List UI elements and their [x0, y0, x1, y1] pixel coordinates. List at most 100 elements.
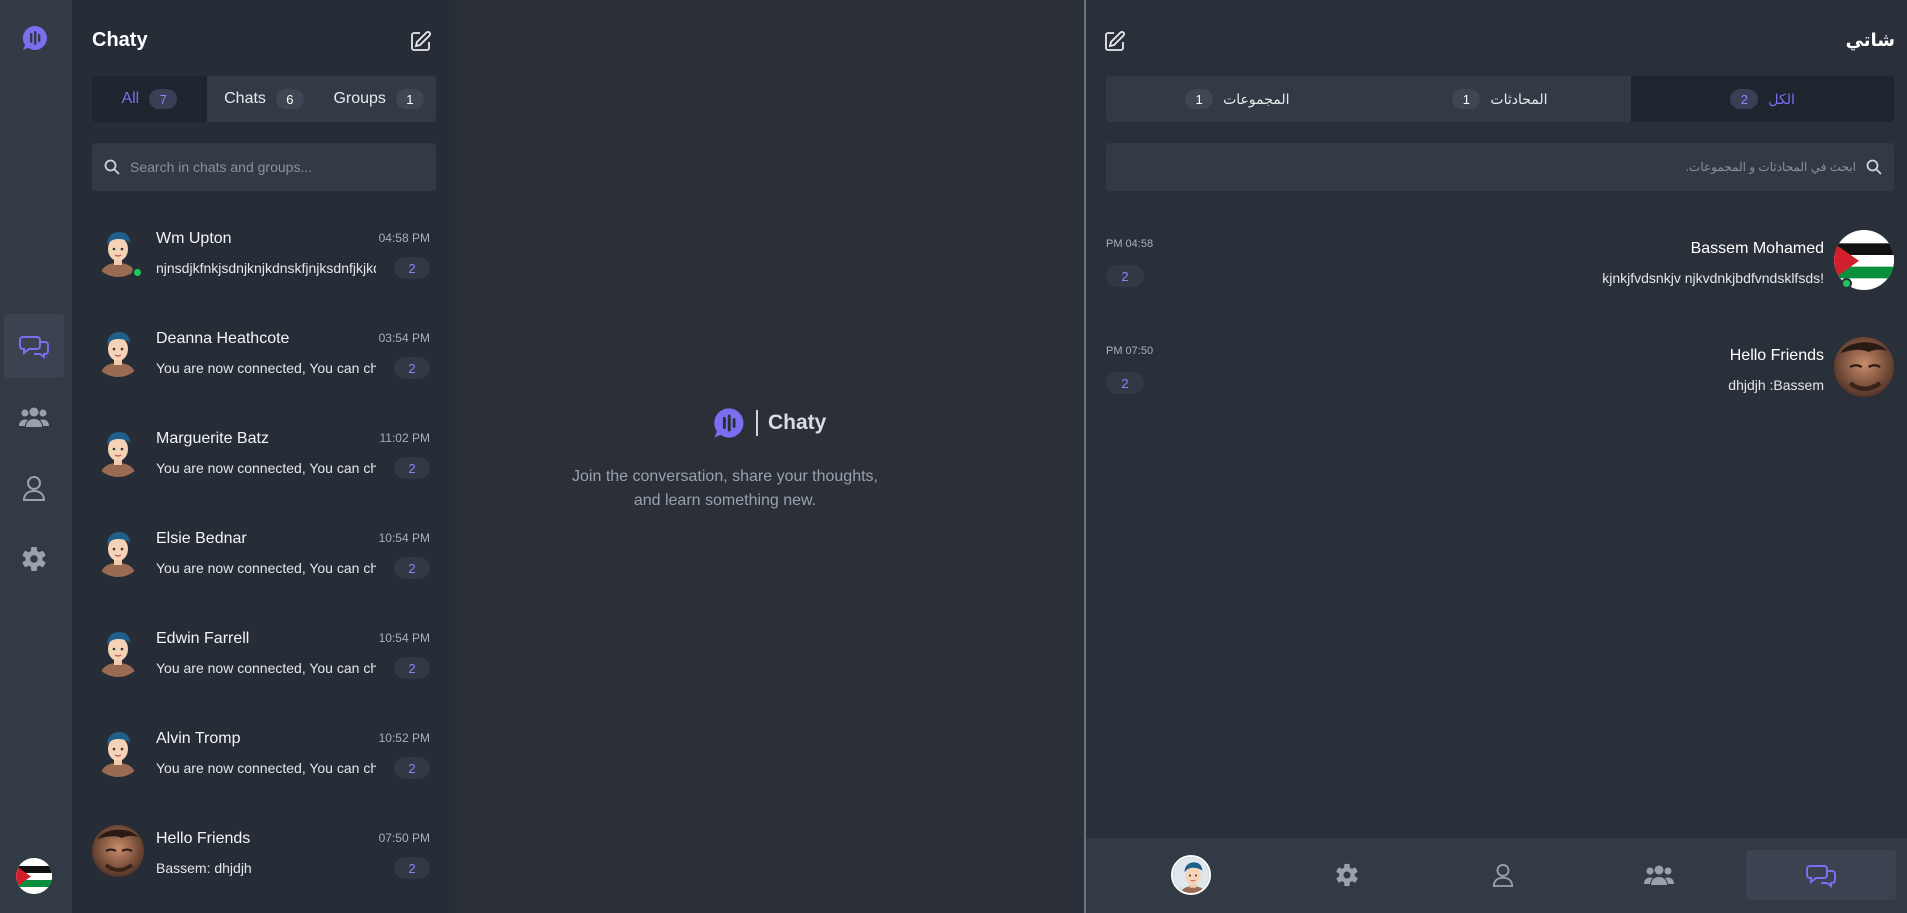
chat-last-message: You are now connected, You can chat now [156, 560, 376, 576]
unread-count-badge: 2 [394, 357, 430, 379]
chat-name: Alvin Tromp [156, 730, 241, 747]
brand-separator [756, 410, 758, 436]
chat-list-item[interactable]: Marguerite Batz 11:02 PM You are now conne… [92, 421, 436, 511]
group-photo-avatar-icon [92, 825, 144, 877]
users-icon [19, 407, 49, 427]
tab-label: All [121, 90, 140, 107]
gear-icon [1336, 863, 1358, 887]
chat-time: 11:02 PM [379, 431, 430, 445]
chat-name: Hello Friends [156, 830, 251, 847]
chat-last-message: You are now connected, You can chat now [156, 360, 376, 376]
chat-list-item[interactable]: Wm Upton 04:58 PM njnsdjkfnkjsdnjknjkdnskf… [92, 221, 436, 311]
cartoon-avatar-icon [92, 725, 144, 777]
filter-tabs-rtl: 2 الكل 1 المحادثات 1 المجموعات [1106, 76, 1894, 122]
nav-chats-button-rtl[interactable] [1746, 850, 1896, 900]
palestine-flag-avatar-icon [16, 858, 52, 894]
chat-name: Deanna Heathcote [156, 330, 290, 347]
cartoon-avatar-icon [92, 625, 144, 677]
tab-groups-rtl[interactable]: 1 المجموعات [1106, 76, 1369, 122]
compose-icon[interactable] [410, 30, 432, 52]
chat-name: Bassem Mohamed [1690, 240, 1824, 257]
chaty-logo-icon [714, 408, 744, 438]
nav-settings-button-rtl[interactable] [1272, 850, 1422, 900]
chat-name: Marguerite Batz [156, 430, 269, 447]
search-icon [104, 159, 120, 175]
search-bar-rtl [1106, 143, 1894, 191]
search-input[interactable] [130, 159, 410, 175]
tab-all-rtl[interactable]: 2 الكل [1631, 76, 1894, 122]
tab-count-badge: 7 [149, 89, 178, 109]
user-icon [1492, 864, 1514, 887]
tab-count-badge: 2 [1730, 89, 1759, 109]
unread-count-badge: 2 [394, 457, 430, 479]
compose-icon[interactable] [1104, 30, 1126, 52]
tagline-line: Join the conversation, share your though… [572, 468, 878, 485]
chat-name: Hello Friends [1729, 347, 1824, 364]
chat-list-item-rtl[interactable]: Bassem Mohamed !kjnkjfvdsnkjv njkvdnkjbdf… [1106, 230, 1894, 320]
bottom-nav [1086, 838, 1907, 913]
group-photo-avatar-icon [1834, 337, 1894, 397]
tab-all[interactable]: All 7 [92, 76, 207, 122]
unread-count-badge: 2 [394, 557, 430, 579]
chat-list-item[interactable]: Hello Friends 07:50 PM Bassem: dhjdjh 2 [92, 821, 436, 911]
tab-chats[interactable]: Chats 6 [207, 76, 322, 122]
chat-time: PM 07:50 [1106, 345, 1154, 357]
chat-list-item[interactable]: Edwin Farrell 10:54 PM You are now connect… [92, 621, 436, 711]
unread-count-badge: 2 [394, 757, 430, 779]
nav-profile-avatar-button[interactable] [1116, 850, 1266, 900]
chat-list-item[interactable]: Deanna Heathcote 03:54 PM You are now conn… [92, 321, 436, 411]
chat-last-message: You are now connected, You can chat now [156, 660, 376, 676]
app-title: Chaty [92, 29, 148, 51]
chat-time: 10:54 PM [378, 531, 430, 545]
cartoon-avatar-icon [92, 325, 144, 377]
search-input-rtl[interactable] [1156, 160, 1856, 174]
online-indicator [132, 267, 143, 278]
search-icon [1866, 159, 1882, 175]
unread-count-badge: 2 [394, 657, 430, 679]
nav-groups-button-rtl[interactable] [1584, 850, 1734, 900]
unread-count-badge: 2 [1106, 265, 1144, 287]
chat-last-message: !kjnkjfvdsnkjv njkvdnkjbdfvndsklfsds [1602, 270, 1824, 286]
nav-chats-button[interactable] [4, 314, 64, 378]
welcome-brand: Chaty [712, 406, 826, 440]
nav-profile-button[interactable] [4, 456, 64, 520]
avatar [92, 725, 144, 777]
tagline-line: and learn something new. [633, 492, 817, 509]
tab-count-badge: 1 [395, 89, 424, 109]
chat-list-item-rtl[interactable]: Hello Friends dhjdjh :Bassem PM 07:50 2 [1106, 337, 1894, 427]
chat-name: Elsie Bednar [156, 530, 247, 547]
tab-chats-rtl[interactable]: 1 المحادثات [1369, 76, 1632, 122]
ltr-window: Chaty All 7 Chats 6 Groups 1 Search in c… [0, 0, 1084, 913]
cartoon-avatar-icon [1173, 857, 1209, 893]
chat-time: 10:54 PM [378, 631, 430, 645]
chat-list-item[interactable]: Alvin Tromp 10:52 PM You are now connected… [92, 721, 436, 811]
tab-count-badge: 1 [1452, 89, 1481, 109]
chat-last-message: dhjdjh :Bassem [1728, 377, 1824, 393]
tab-label: Chats [224, 90, 266, 107]
nav-profile-button-rtl[interactable] [1428, 850, 1578, 900]
chat-last-message: Bassem: dhjdjh [156, 860, 252, 876]
chat-time: 07:50 PM [378, 831, 430, 845]
nav-settings-button[interactable] [4, 527, 64, 591]
users-icon [1644, 865, 1674, 885]
brand-name: Chaty [768, 411, 827, 434]
cartoon-avatar-icon [92, 425, 144, 477]
chaty-logo-icon[interactable] [21, 24, 49, 52]
avatar [1171, 855, 1211, 895]
current-user-avatar[interactable] [16, 858, 52, 894]
avatar [92, 625, 144, 677]
chat-list-item[interactable]: Elsie Bednar 10:54 PM You are now connecte… [92, 521, 436, 611]
avatar [92, 525, 144, 577]
chat-time: PM 04:58 [1106, 238, 1154, 250]
chat-time: 10:52 PM [378, 731, 430, 745]
avatar [92, 325, 144, 377]
tab-groups[interactable]: Groups 1 [321, 76, 436, 122]
nav-groups-button[interactable] [4, 385, 64, 449]
filter-tabs: All 7 Chats 6 Groups 1 [92, 76, 436, 122]
avatar [1834, 337, 1894, 397]
chat-time: 04:58 PM [378, 231, 430, 245]
tab-label: Groups [333, 90, 386, 107]
chat-name: Wm Upton [156, 230, 232, 247]
chat-icon [19, 336, 49, 359]
chat-name: Edwin Farrell [156, 630, 250, 647]
